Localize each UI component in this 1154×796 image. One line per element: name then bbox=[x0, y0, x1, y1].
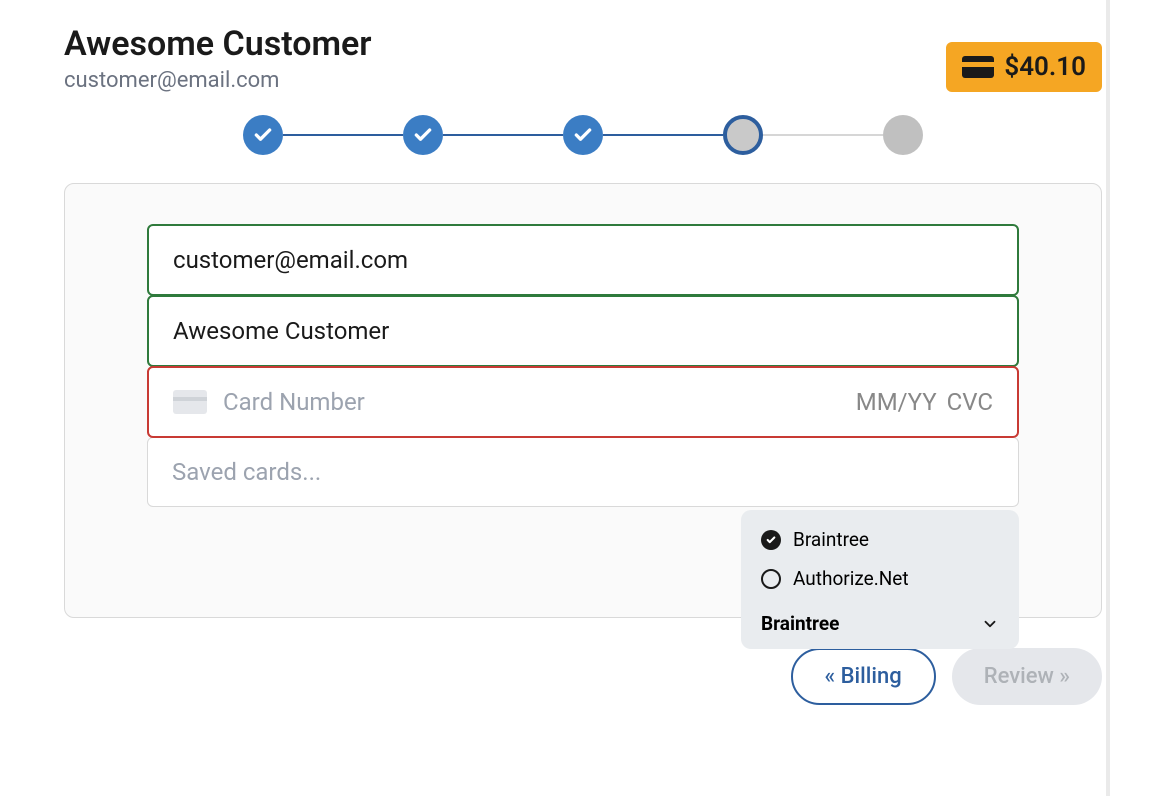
nav-buttons: « Billing Review » bbox=[64, 648, 1102, 705]
gateway-selected-label: Braintree bbox=[761, 612, 839, 635]
saved-cards-field[interactable]: Saved cards... bbox=[147, 437, 1019, 507]
card-mini-icon bbox=[173, 390, 207, 414]
credit-card-icon bbox=[962, 56, 994, 78]
step-5[interactable] bbox=[883, 115, 923, 155]
name-value: Awesome Customer bbox=[173, 317, 389, 345]
customer-email: customer@email.com bbox=[64, 68, 372, 93]
gateway-selected[interactable]: Braintree bbox=[741, 598, 1019, 649]
name-field[interactable]: Awesome Customer bbox=[147, 295, 1019, 367]
expiry-placeholder: MM/YY bbox=[856, 388, 937, 416]
back-button-label: « Billing bbox=[825, 664, 902, 689]
email-value: customer@email.com bbox=[173, 246, 408, 274]
gateway-option-braintree[interactable]: Braintree bbox=[741, 520, 1019, 559]
step-1[interactable] bbox=[243, 115, 283, 155]
step-line bbox=[443, 134, 563, 136]
step-2[interactable] bbox=[403, 115, 443, 155]
card-number-placeholder: Card Number bbox=[223, 388, 365, 416]
gateway-option-authorizenet[interactable]: Authorize.Net bbox=[741, 559, 1019, 598]
gateway-dropdown[interactable]: Braintree Authorize.Net Braintree bbox=[741, 510, 1019, 649]
price-amount: $40.10 bbox=[1004, 52, 1086, 82]
cvc-placeholder: CVC bbox=[947, 388, 993, 416]
header: Awesome Customer customer@email.com $40.… bbox=[64, 24, 1102, 93]
check-icon bbox=[766, 535, 776, 545]
step-4-current[interactable] bbox=[723, 115, 763, 155]
next-button-label: Review » bbox=[984, 664, 1070, 689]
saved-cards-placeholder: Saved cards... bbox=[172, 458, 321, 486]
price-badge[interactable]: $40.10 bbox=[946, 42, 1102, 92]
step-3[interactable] bbox=[563, 115, 603, 155]
progress-stepper bbox=[64, 115, 1102, 155]
next-button: Review » bbox=[952, 648, 1102, 705]
check-icon bbox=[573, 125, 593, 145]
gateway-option-label: Authorize.Net bbox=[793, 567, 909, 590]
card-number-field[interactable]: Card Number MM/YY CVC bbox=[147, 366, 1019, 438]
step-line bbox=[283, 134, 403, 136]
customer-info: Awesome Customer customer@email.com bbox=[64, 24, 372, 93]
payment-form: customer@email.com Awesome Customer Card… bbox=[64, 183, 1102, 618]
customer-name: Awesome Customer bbox=[64, 24, 372, 64]
check-icon bbox=[253, 125, 273, 145]
gateway-option-label: Braintree bbox=[793, 528, 869, 551]
right-divider bbox=[1106, 0, 1110, 796]
radio-unchecked-icon bbox=[761, 569, 781, 589]
step-line bbox=[603, 134, 723, 136]
radio-checked-icon bbox=[761, 530, 781, 550]
chevron-down-icon bbox=[981, 615, 999, 633]
check-icon bbox=[413, 125, 433, 145]
step-line bbox=[763, 134, 883, 136]
email-field[interactable]: customer@email.com bbox=[147, 224, 1019, 296]
back-button[interactable]: « Billing bbox=[791, 648, 936, 705]
